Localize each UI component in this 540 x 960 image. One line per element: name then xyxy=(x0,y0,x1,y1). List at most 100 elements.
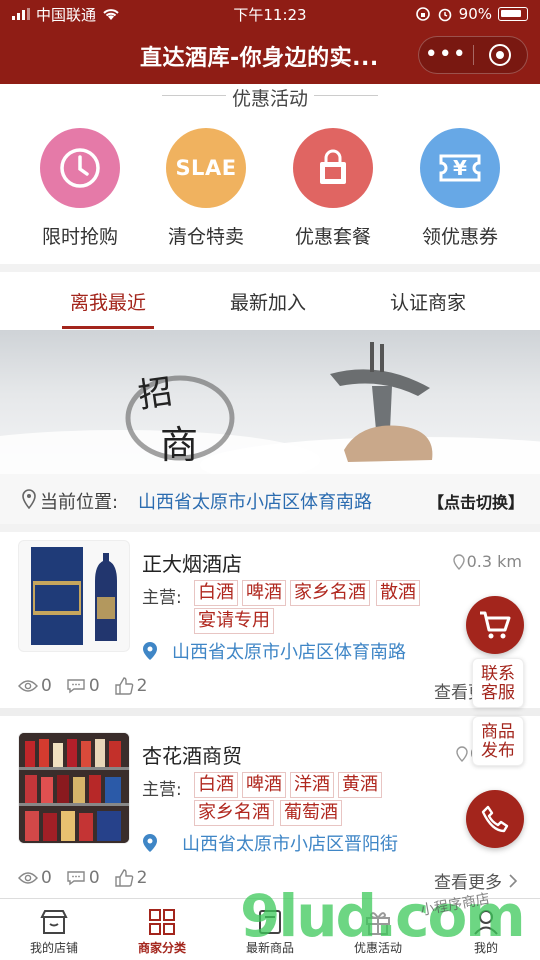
main-business-label: 主营: xyxy=(142,588,182,608)
store-tabs: 离我最近 最新加入 认证商家 xyxy=(0,272,540,330)
location-label: 当前位置: xyxy=(40,492,119,513)
distance-pin-icon xyxy=(456,745,468,762)
chevron-right-icon xyxy=(509,873,518,888)
clock-icon xyxy=(40,128,120,208)
category-tag: 家乡名酒 xyxy=(290,580,370,606)
tab-newest[interactable]: 最新加入 xyxy=(230,288,306,315)
tab-certified[interactable]: 认证商家 xyxy=(390,288,466,315)
gift-icon xyxy=(366,912,390,935)
category-tag: 啤酒 xyxy=(242,580,286,606)
tab-new-products[interactable]: 最新商品 xyxy=(216,905,324,956)
app-header: 中国联通 下午11:23 90% 直达酒库-你身边的实... ••• xyxy=(0,0,540,84)
grid-icon xyxy=(149,909,175,935)
user-icon xyxy=(474,910,498,935)
store-distance: 0.3 km xyxy=(452,552,522,571)
store-thumbnail xyxy=(18,540,130,652)
status-time: 下午11:23 xyxy=(233,5,307,24)
tab-label: 最新商品 xyxy=(245,941,294,955)
battery-percent: 90% xyxy=(458,5,492,23)
distance-pin-icon xyxy=(452,553,465,570)
tab-mine[interactable]: 我的 xyxy=(432,905,540,956)
store-card[interactable]: 正大烟酒店 0.3 km 主营: 白酒 啤酒 家乡名酒 散酒 宴请专用 山西省太… xyxy=(0,532,540,708)
status-bar: 中国联通 下午11:23 90% xyxy=(0,0,540,28)
slae-badge-icon: SLAE xyxy=(166,128,246,208)
promo-package[interactable]: 优惠套餐 xyxy=(270,128,396,249)
location-bar: 当前位置: 山西省太原市小店区体育南路 【点击切换】 xyxy=(0,474,540,524)
banner-calligraphy-2: 商 xyxy=(160,423,199,467)
store-address[interactable]: 山西省太原市小店区体育南路 xyxy=(142,638,406,664)
coupon-icon: ¥ xyxy=(420,128,500,208)
miniprogram-capsule: ••• xyxy=(418,36,528,74)
banner-calligraphy-1: 招 xyxy=(135,371,176,417)
tab-label: 优惠活动 xyxy=(353,941,402,955)
tab-my-store[interactable]: 我的店铺 xyxy=(0,905,108,956)
tab-label: 我的 xyxy=(473,941,498,955)
target-icon xyxy=(489,44,512,66)
close-miniprogram-button[interactable] xyxy=(473,44,527,66)
battery-icon xyxy=(498,7,528,21)
phone-icon xyxy=(481,805,509,833)
tab-merchant-category[interactable]: 商家分类 xyxy=(108,905,216,956)
category-tag: 啤酒 xyxy=(242,772,286,798)
location-pin-icon xyxy=(22,489,36,509)
view-count-value: 0 xyxy=(41,676,52,696)
store-card[interactable]: 杏花酒商贸 0 主营: 白酒 啤酒 洋酒 黄酒 家乡名酒 葡萄酒 山西省太原市小… xyxy=(0,716,540,898)
promo-title: 优惠活动 xyxy=(0,84,540,111)
comment-count-value: 0 xyxy=(88,676,100,696)
storefront-icon xyxy=(40,910,68,934)
store-address-text: 山西省太原市小店区体育南路 xyxy=(172,642,406,663)
banner-artwork xyxy=(0,342,540,474)
liquor-box-image xyxy=(31,547,117,645)
store-address[interactable]: 山西省太原市小店区晋阳街 xyxy=(142,830,398,856)
main-business-label: 主营: xyxy=(142,780,182,800)
cart-button[interactable] xyxy=(466,596,524,654)
eye-icon xyxy=(18,680,38,692)
view-more-text: 查看更多 xyxy=(434,873,502,893)
promo-clearance[interactable]: SLAE 清仓特卖 xyxy=(143,128,269,249)
product-icon xyxy=(259,910,281,934)
view-count: 0 xyxy=(18,868,52,888)
like-count-value: 2 xyxy=(136,676,148,696)
promo-label: 领优惠券 xyxy=(421,226,498,248)
tab-promotions[interactable]: 优惠活动 xyxy=(324,905,432,956)
comment-icon xyxy=(67,679,85,694)
category-tag: 白酒 xyxy=(194,580,238,606)
store-name: 正大烟酒店 xyxy=(142,552,242,576)
phone-button[interactable] xyxy=(466,790,524,848)
thumbs-up-icon xyxy=(114,677,133,695)
contact-service-button[interactable]: 联系客服 xyxy=(472,658,524,708)
tab-label: 我的店铺 xyxy=(29,941,78,955)
liquor-shelf-image xyxy=(19,733,129,843)
promo-flash-sale[interactable]: 限时抢购 xyxy=(17,128,143,249)
view-more-link[interactable]: 查看更多 xyxy=(434,868,518,893)
category-tag: 葡萄酒 xyxy=(280,800,342,826)
map-pin-icon xyxy=(143,642,157,660)
like-count[interactable]: 2 xyxy=(114,868,148,888)
card-divider xyxy=(0,708,540,716)
orientation-lock-icon xyxy=(415,7,430,21)
shopping-bag-icon xyxy=(293,128,373,208)
more-menu-button[interactable]: ••• xyxy=(419,40,473,70)
switch-location-button[interactable]: 【点击切换】 xyxy=(428,489,524,513)
category-tag: 散酒 xyxy=(376,580,420,606)
tab-nearest[interactable]: 离我最近 xyxy=(70,288,146,315)
store-stats: 0 0 2 xyxy=(18,676,147,696)
like-count-value: 2 xyxy=(136,868,148,888)
wifi-icon xyxy=(103,9,119,20)
map-pin-icon xyxy=(143,834,157,852)
category-tag: 家乡名酒 xyxy=(194,800,274,826)
cart-icon xyxy=(480,611,511,639)
category-tag: 宴请专用 xyxy=(194,608,274,634)
category-tag: 白酒 xyxy=(194,772,238,798)
promo-label: 限时抢购 xyxy=(41,226,118,248)
like-count[interactable]: 2 xyxy=(114,676,148,696)
thumbs-up-icon xyxy=(114,869,133,887)
promo-coupon[interactable]: ¥ 领优惠券 xyxy=(397,128,523,249)
page-title: 直达酒库-你身边的实... xyxy=(140,46,379,71)
publish-product-button[interactable]: 商品发布 xyxy=(472,716,524,766)
promo-label: 优惠套餐 xyxy=(294,226,371,248)
recruit-banner[interactable]: 招 商 xyxy=(0,330,540,474)
distance-value: 0.3 km xyxy=(466,552,522,571)
category-tag: 黄酒 xyxy=(338,772,382,798)
comment-count: 0 xyxy=(66,676,100,696)
